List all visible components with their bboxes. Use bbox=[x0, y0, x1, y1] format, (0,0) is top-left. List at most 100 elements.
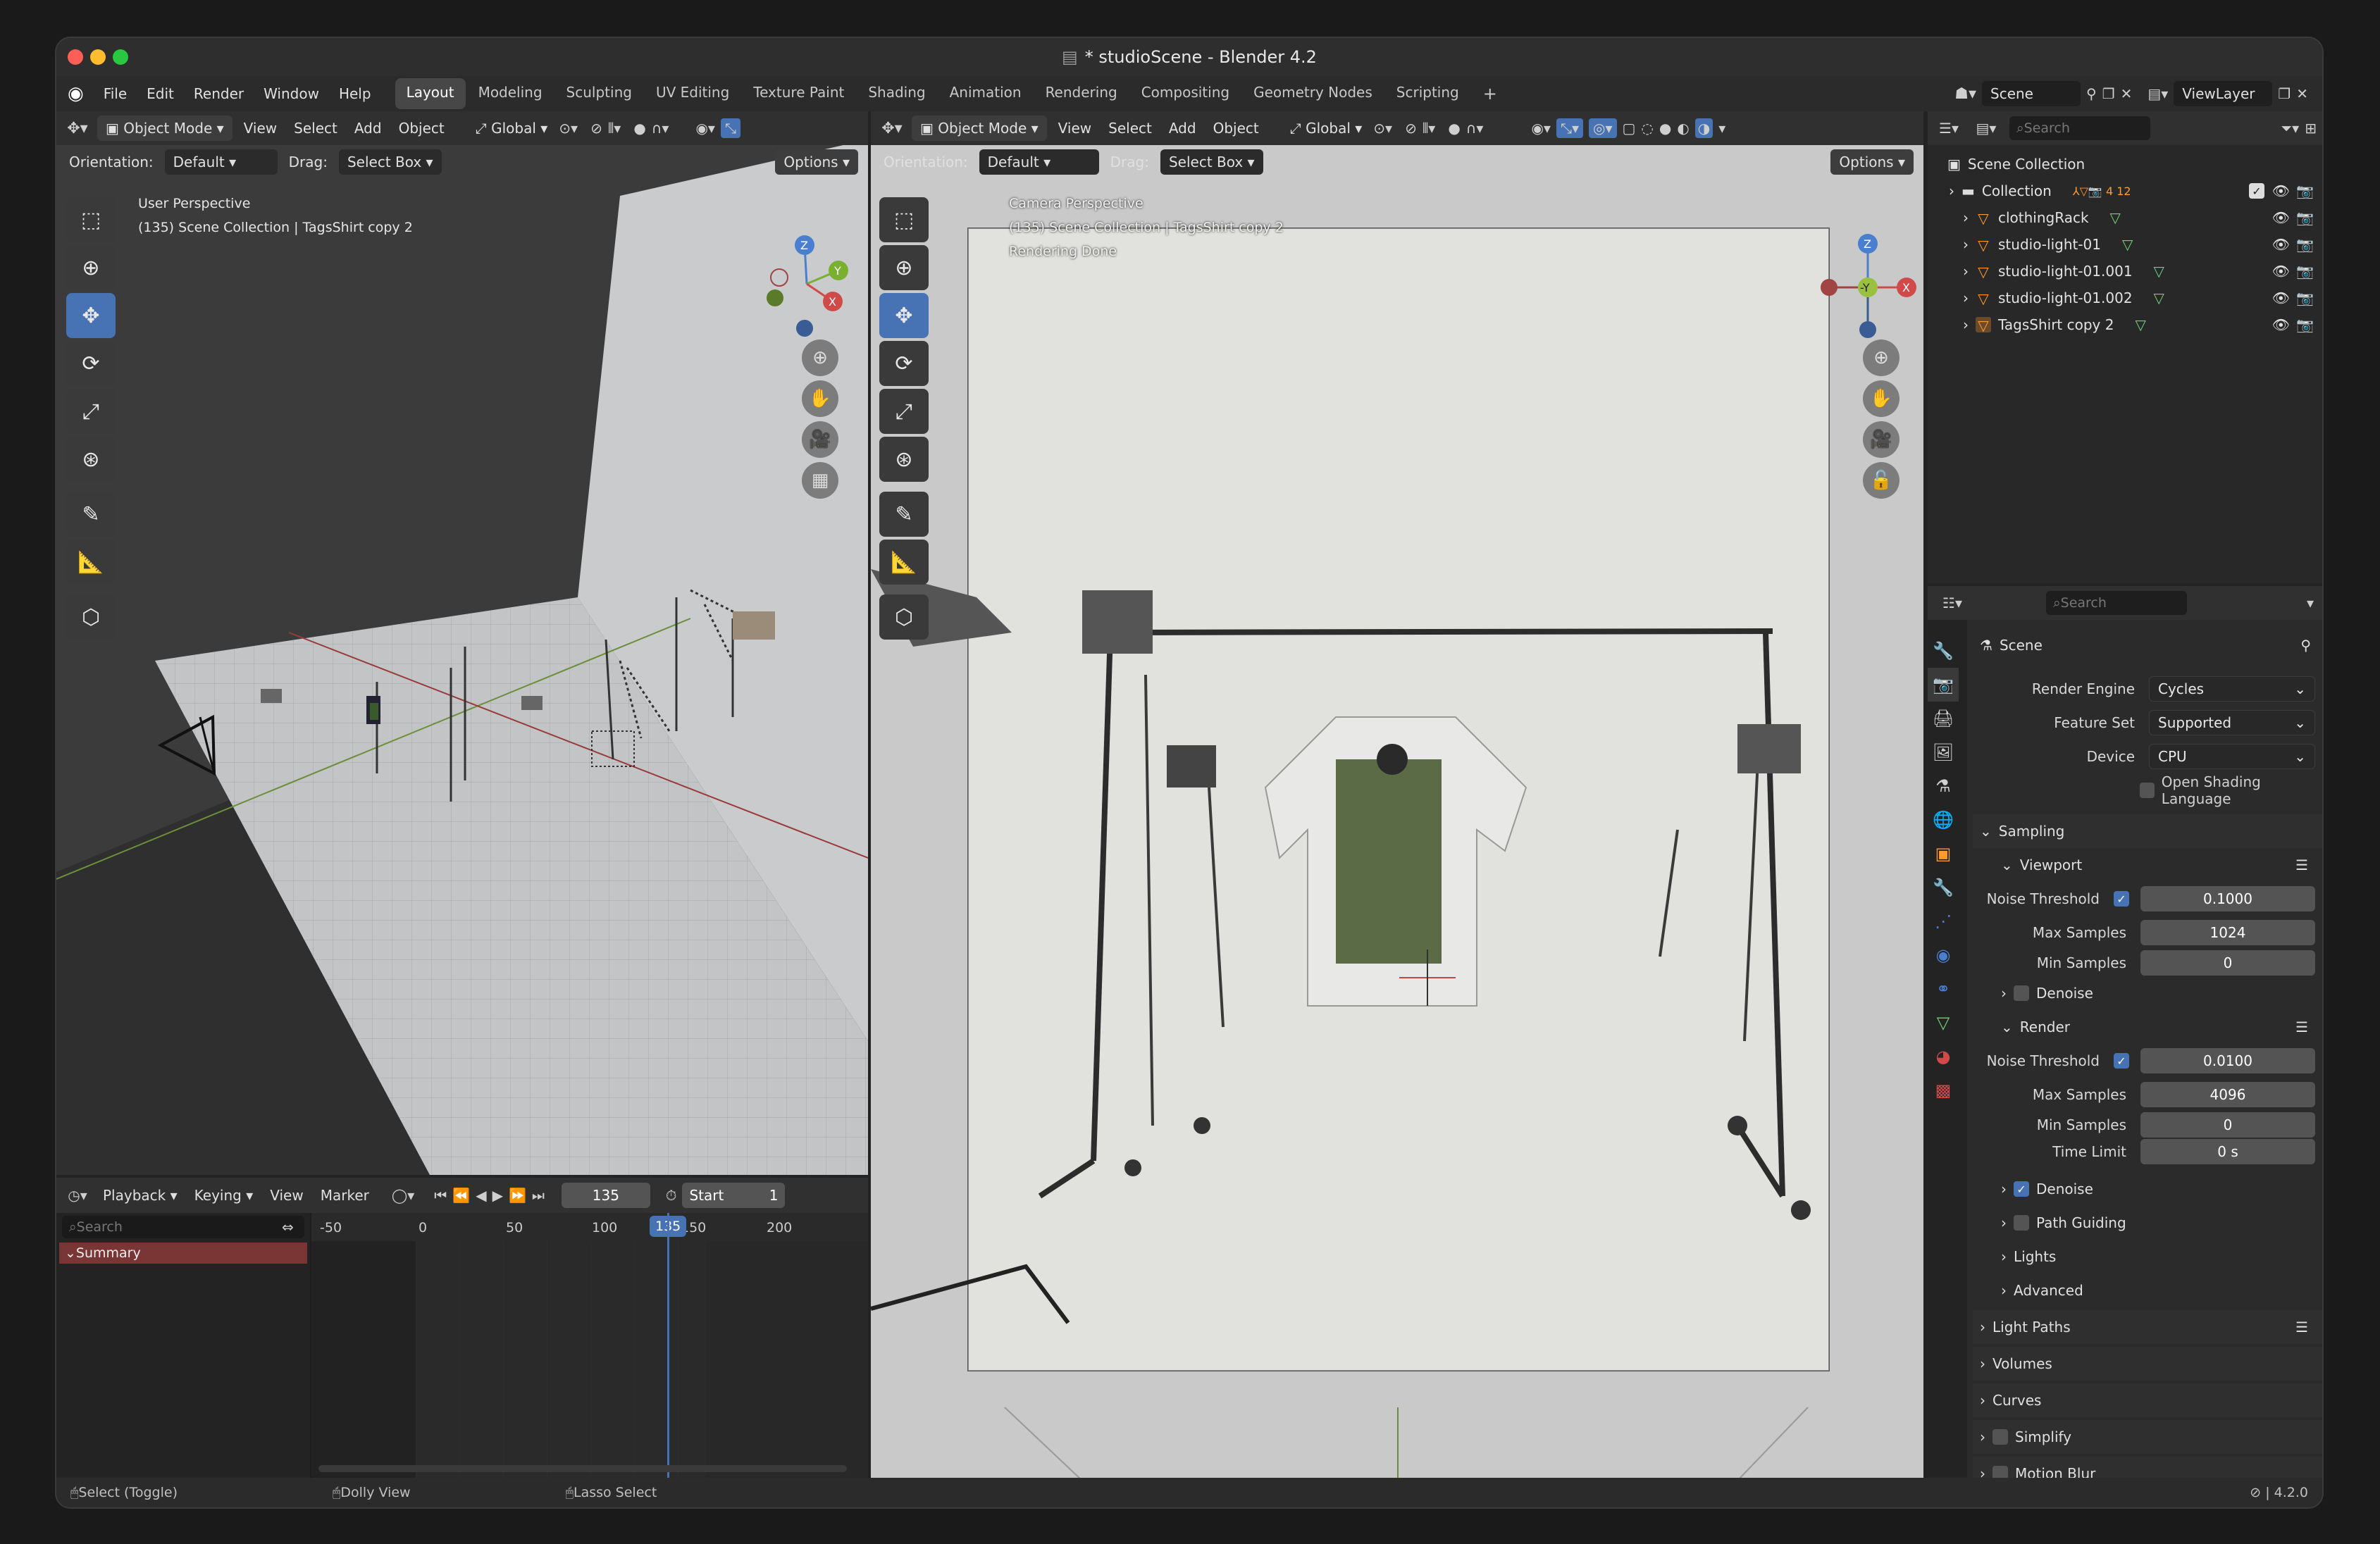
next-keyframe-icon[interactable]: ⏩ bbox=[509, 1187, 526, 1204]
left-orientation-dropdown[interactable]: Default ▾ bbox=[164, 149, 278, 175]
keying-menu[interactable]: Keying ▾ bbox=[189, 1187, 259, 1204]
tab-layout[interactable]: Layout bbox=[395, 78, 466, 109]
expand-icon[interactable]: › bbox=[1963, 209, 1969, 226]
snap-target-icon[interactable]: ⫴▾ bbox=[608, 120, 621, 137]
curves-panel-header[interactable]: › Curves bbox=[1973, 1383, 2322, 1417]
jump-start-icon[interactable]: ⏮ bbox=[434, 1187, 447, 1204]
simplify-panel-header[interactable]: › Simplify bbox=[1973, 1420, 2322, 1454]
sampling-panel-header[interactable]: ⌄ Sampling bbox=[1973, 814, 2322, 848]
right-transform-dropdown[interactable]: ⤢ Global ▾ bbox=[1284, 120, 1368, 137]
overlays-icon[interactable]: ◎▾ bbox=[1589, 118, 1617, 138]
right-3d-viewport[interactable]: ✥▾ ▣ Object Mode ▾ View Select Add Objec… bbox=[871, 111, 1923, 1481]
rotate-tool[interactable]: ⟳ bbox=[66, 341, 116, 386]
modifier-tab-icon[interactable]: 🔧 bbox=[1928, 871, 1959, 904]
playhead-line[interactable] bbox=[667, 1213, 669, 1481]
time-limit-field[interactable]: 0 s bbox=[2140, 1139, 2315, 1164]
filter-icon[interactable]: ⏷▾ bbox=[2281, 120, 2299, 137]
outliner-editor-icon[interactable]: ☰▾ bbox=[1935, 120, 1963, 137]
left-options-dropdown[interactable]: Options ▾ bbox=[775, 149, 858, 175]
minimize-window-button[interactable] bbox=[90, 49, 106, 65]
viewport-noise-checkbox[interactable]: ✓ bbox=[2114, 891, 2129, 907]
tab-animation[interactable]: Animation bbox=[938, 78, 1033, 109]
expand-icon[interactable]: › bbox=[1963, 263, 1969, 280]
material-shading-icon[interactable]: ◐ bbox=[1677, 120, 1689, 137]
menu-help[interactable]: Help bbox=[329, 85, 381, 102]
volumes-panel-header[interactable]: › Volumes bbox=[1973, 1347, 2322, 1381]
timeline-search-field[interactable]: ⌕ Search bbox=[62, 1216, 304, 1238]
view-layer-tab-icon[interactable]: 🖼 bbox=[1928, 735, 1959, 769]
data-tab-icon[interactable]: ▽ bbox=[1928, 1006, 1959, 1040]
visibility-eye-icon[interactable]: 👁 bbox=[2272, 236, 2290, 253]
outliner-item-collection[interactable]: › ▬ Collection ⅄▽📷 4 12 ✓ 👁 📷 bbox=[1928, 178, 2322, 204]
prev-keyframe-icon[interactable]: ⏪ bbox=[452, 1187, 470, 1204]
advanced-subpanel-header[interactable]: › Advanced bbox=[1973, 1274, 2322, 1307]
new-scene-icon[interactable]: ❐ bbox=[2102, 85, 2115, 102]
viewport-min-samples-field[interactable]: 0 bbox=[2140, 950, 2315, 976]
viewport-noise-field[interactable]: 0.1000 bbox=[2140, 886, 2315, 911]
menu-file[interactable]: File bbox=[94, 85, 137, 102]
shading-options-icon[interactable]: ▾ bbox=[1718, 120, 1725, 137]
pivot-icon[interactable]: ⊙▾ bbox=[559, 120, 578, 137]
new-view-layer-icon[interactable]: ❐ bbox=[2278, 85, 2291, 102]
wireframe-shading-icon[interactable]: ◌ bbox=[1641, 120, 1653, 137]
snap-target-icon[interactable]: ⫴▾ bbox=[1423, 120, 1435, 137]
render-min-samples-field[interactable]: 0 bbox=[2140, 1112, 2315, 1138]
left-transform-dropdown[interactable]: ⤢ Global ▾ bbox=[470, 120, 554, 137]
lights-subpanel-header[interactable]: › Lights bbox=[1973, 1240, 2322, 1274]
visibility-eye-icon[interactable]: 👁 bbox=[2272, 290, 2290, 306]
visibility-eye-icon[interactable]: 👁 bbox=[2272, 182, 2290, 199]
render-camera-icon[interactable]: 📷 bbox=[2296, 236, 2314, 253]
visibility-eye-icon[interactable]: 👁 bbox=[2272, 263, 2290, 280]
scene-collection-row[interactable]: ▣ Scene Collection bbox=[1928, 151, 2322, 178]
camera-view-icon[interactable]: 🎥 bbox=[1863, 421, 1899, 458]
playback-menu[interactable]: Playback ▾ bbox=[97, 1187, 183, 1204]
select-box-tool[interactable]: ⬚ bbox=[66, 197, 116, 242]
visibility-icon[interactable]: ◉▾ bbox=[695, 120, 715, 137]
right-menu-object[interactable]: Object bbox=[1208, 120, 1265, 137]
pivot-icon[interactable]: ⊙▾ bbox=[1373, 120, 1392, 137]
right-menu-select[interactable]: Select bbox=[1103, 120, 1158, 137]
render-subpanel-header[interactable]: ⌄ Render ☰ bbox=[1973, 1010, 2322, 1044]
move-tool[interactable]: ✥ bbox=[66, 293, 116, 338]
view-layer-icon[interactable]: ▤▾ bbox=[2147, 85, 2168, 102]
right-navigation-gizmo[interactable]: Z X -Y bbox=[1815, 231, 1921, 344]
proportional-edit-icon[interactable]: ● bbox=[1448, 120, 1460, 137]
render-camera-icon[interactable]: 📷 bbox=[2296, 263, 2314, 280]
menu-edit[interactable]: Edit bbox=[137, 85, 184, 102]
render-noise-checkbox[interactable]: ✓ bbox=[2114, 1053, 2129, 1069]
physics-tab-icon[interactable]: ◉ bbox=[1928, 938, 1959, 972]
frame-ruler[interactable]: -50 0 50 100 150 200 135 ⇔ bbox=[282, 1213, 868, 1241]
left-menu-view[interactable]: View bbox=[238, 120, 283, 137]
add-workspace-icon[interactable]: + bbox=[1472, 78, 1508, 109]
rotate-tool[interactable]: ⟳ bbox=[879, 341, 929, 386]
zoom-window-button[interactable] bbox=[113, 49, 128, 65]
display-mode-icon[interactable]: ▤▾ bbox=[1969, 120, 2004, 137]
right-options-dropdown[interactable]: Options ▾ bbox=[1830, 149, 1914, 175]
render-camera-icon[interactable]: 📷 bbox=[2296, 316, 2314, 333]
timeline-keyframe-area[interactable]: -50 0 50 100 150 200 135 ⇔ bbox=[282, 1213, 868, 1481]
render-tab-icon[interactable]: 📷 bbox=[1928, 668, 1959, 702]
texture-tab-icon[interactable]: ▩ bbox=[1928, 1073, 1959, 1107]
measure-tool[interactable]: 📐 bbox=[66, 540, 116, 585]
xray-icon[interactable]: ▢ bbox=[1623, 120, 1636, 137]
new-collection-icon[interactable]: ⊞ bbox=[2305, 120, 2317, 137]
viewport-denoise-checkbox[interactable] bbox=[2014, 985, 2029, 1001]
falloff-icon[interactable]: ∩▾ bbox=[652, 120, 669, 137]
outliner-item-tagsshirt-copy-2[interactable]: › ▽ TagsShirt copy 2 ▽ 👁 📷 bbox=[1928, 311, 2322, 338]
visibility-eye-icon[interactable]: 👁 bbox=[2272, 316, 2290, 333]
left-menu-select[interactable]: Select bbox=[288, 120, 343, 137]
render-denoise-header[interactable]: › ✓ Denoise bbox=[1973, 1172, 2322, 1206]
zoom-icon[interactable]: ⊕ bbox=[802, 340, 838, 376]
right-orientation-dropdown[interactable]: Default ▾ bbox=[979, 149, 1099, 175]
feature-set-dropdown[interactable]: Supported ⌄ bbox=[2149, 710, 2315, 735]
viewport-max-samples-field[interactable]: 1024 bbox=[2140, 920, 2315, 945]
current-frame-field[interactable]: 135 bbox=[561, 1183, 650, 1208]
add-cube-tool[interactable]: ⬡ bbox=[66, 594, 116, 640]
left-drag-dropdown[interactable]: Select Box ▾ bbox=[338, 149, 442, 175]
range-swap-icon[interactable]: ⇔ bbox=[282, 1219, 294, 1235]
tab-modeling[interactable]: Modeling bbox=[467, 78, 554, 109]
outliner-item-studio-light-01[interactable]: › ▽ studio-light-01 ▽ 👁 📷 bbox=[1928, 231, 2322, 258]
auto-keying-icon[interactable]: ◯▾ bbox=[392, 1187, 414, 1204]
left-mode-dropdown[interactable]: ▣ Object Mode ▾ bbox=[97, 116, 233, 141]
menu-render[interactable]: Render bbox=[184, 85, 254, 102]
